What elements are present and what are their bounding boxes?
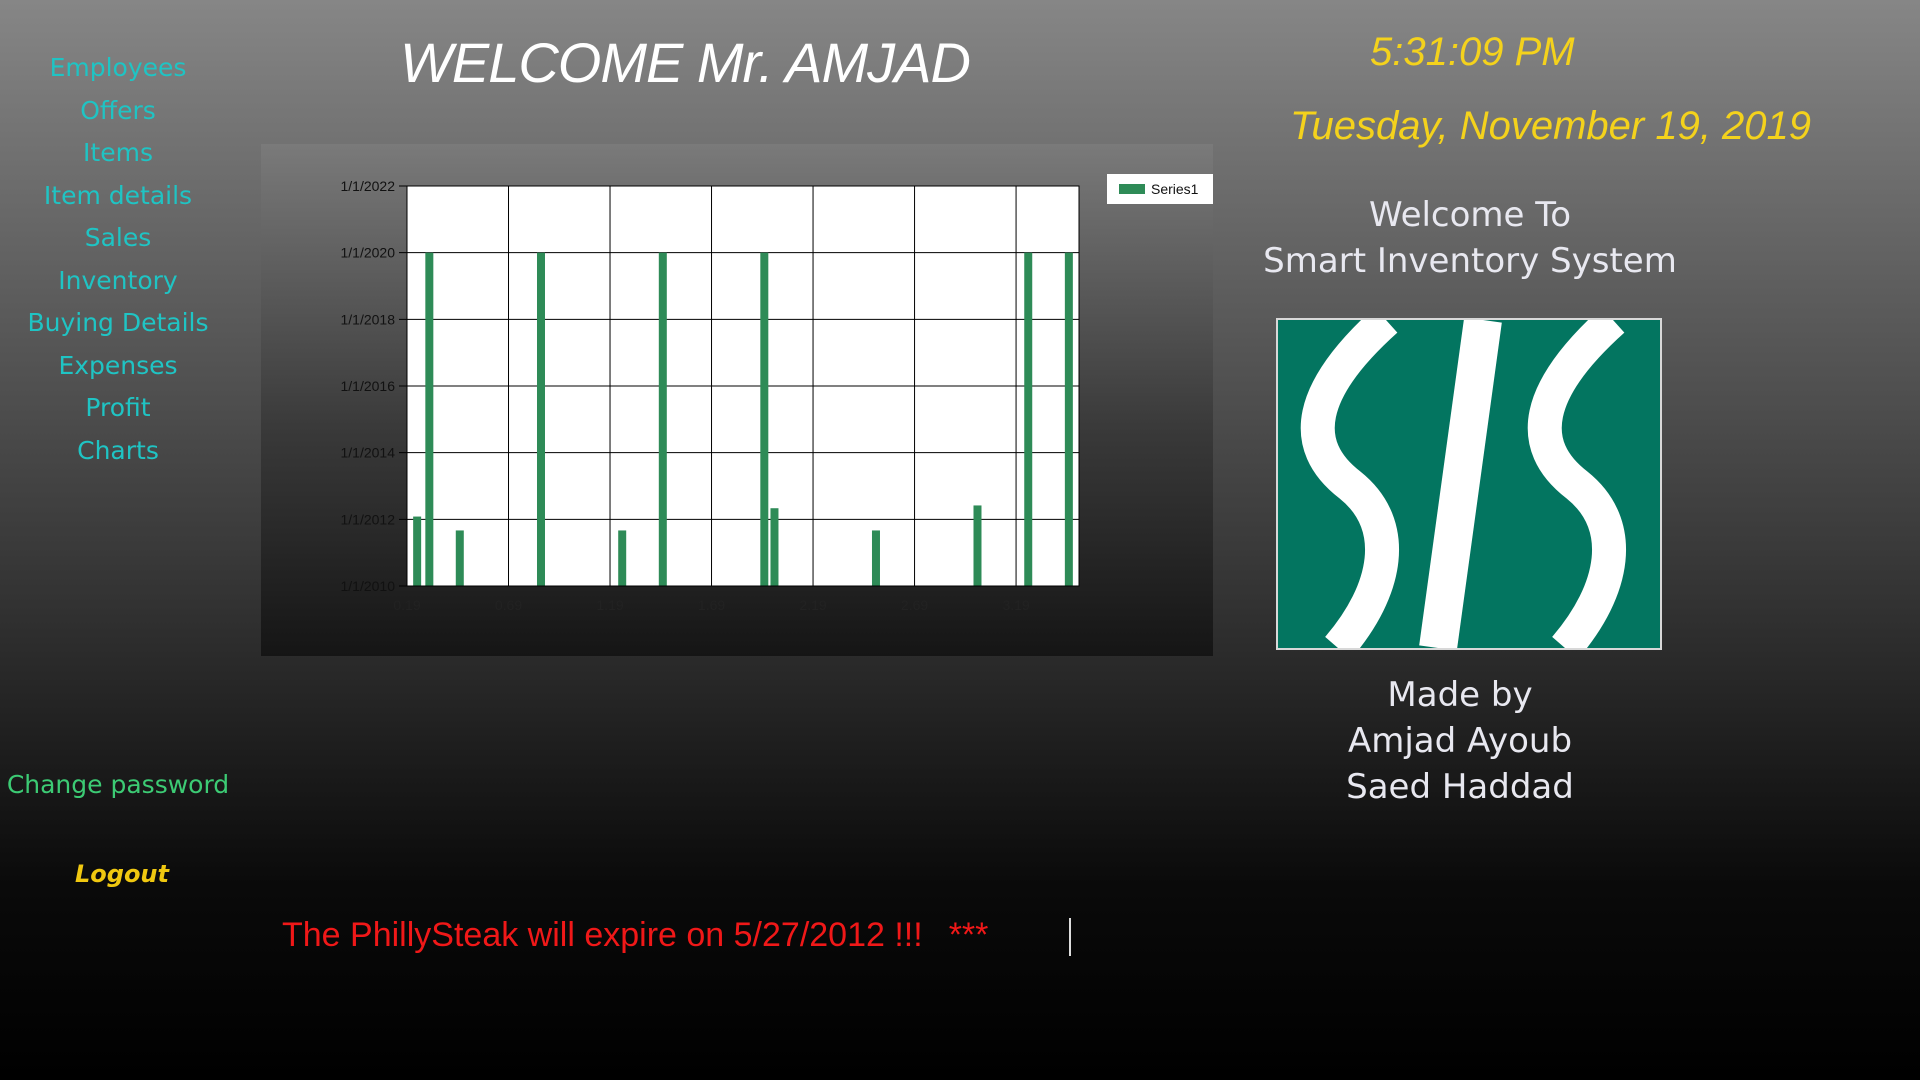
made-by-label: Made by [1387, 675, 1533, 715]
ticker-stars: *** [948, 916, 989, 954]
y-tick-label: 1/1/2010 [341, 578, 396, 594]
expiry-message: The PhillySteak will expire on 5/27/2012… [282, 916, 923, 954]
welcome-title: WELCOME Mr. AMJAD [400, 31, 971, 94]
bar-chart: 0.19 0.69 1.19 1.69 2.19 2.69 3.19 1/1/2010 1/1/… [341, 174, 1213, 613]
sidebar-nav: Employees Offers Items Item details Sale… [0, 50, 236, 475]
date-label: Tuesday, November 19, 2019 [1290, 104, 1812, 148]
y-tick-label: 1/1/2018 [341, 311, 396, 327]
x-tick-label: 0.69 [495, 597, 522, 613]
bar [425, 252, 434, 586]
x-tick-label: 3.19 [1002, 597, 1029, 613]
credits: Made by Amjad Ayoub Saed Haddad [1240, 672, 1680, 810]
y-tick-label: 1/1/2016 [341, 378, 396, 394]
bar [413, 516, 422, 586]
bar [1064, 252, 1073, 586]
author-name: Amjad Ayoub [1347, 721, 1573, 761]
logout-link[interactable]: Logout [0, 860, 244, 888]
nav-expenses[interactable]: Expenses [0, 348, 236, 391]
text-caret [1069, 918, 1071, 956]
x-tick-label: 2.19 [799, 597, 826, 613]
bar [618, 530, 627, 586]
x-tick-label: 1.19 [596, 597, 623, 613]
x-tick-label: 2.69 [901, 597, 928, 613]
chart-panel: 0.19 0.69 1.19 1.69 2.19 2.69 3.19 1/1/2010 1/1/… [261, 144, 1213, 656]
author-name: Saed Haddad [1346, 767, 1574, 807]
nav-charts[interactable]: Charts [0, 433, 236, 476]
system-name: Smart Inventory System [1263, 241, 1677, 281]
legend-swatch [1119, 184, 1145, 194]
nav-items[interactable]: Items [0, 135, 236, 178]
nav-inventory[interactable]: Inventory [0, 263, 236, 306]
y-tick-label: 1/1/2014 [341, 445, 396, 461]
sis-logo-icon [1276, 307, 1662, 660]
nav-employees[interactable]: Employees [0, 50, 236, 93]
legend-label: Series1 [1151, 181, 1199, 197]
nav-offers[interactable]: Offers [0, 93, 236, 136]
nav-sales[interactable]: Sales [0, 220, 236, 263]
bar [536, 252, 545, 586]
bar [871, 530, 880, 586]
welcome-line: Welcome To [1368, 195, 1572, 235]
bar [455, 530, 464, 586]
bar [770, 508, 779, 586]
bar [973, 505, 982, 586]
welcome-message: Welcome To Smart Inventory System [1240, 192, 1700, 284]
y-tick-label: 1/1/2022 [341, 178, 396, 194]
nav-buying-details[interactable]: Buying Details [0, 305, 236, 348]
x-tick-label: 0.19 [393, 597, 420, 613]
bar [1024, 252, 1033, 586]
bar [760, 252, 769, 586]
bar [658, 252, 667, 586]
expiry-ticker: The PhillySteak will expire on 5/27/2012… [282, 916, 988, 955]
x-tick-label: 1.69 [698, 597, 725, 613]
nav-item-details[interactable]: Item details [0, 178, 236, 221]
change-password-link[interactable]: Change password [0, 770, 236, 799]
y-tick-label: 1/1/2020 [341, 245, 396, 261]
nav-profit[interactable]: Profit [0, 390, 236, 433]
y-tick-label: 1/1/2012 [341, 511, 396, 527]
clock: 5:31:09 PM [1370, 30, 1575, 74]
